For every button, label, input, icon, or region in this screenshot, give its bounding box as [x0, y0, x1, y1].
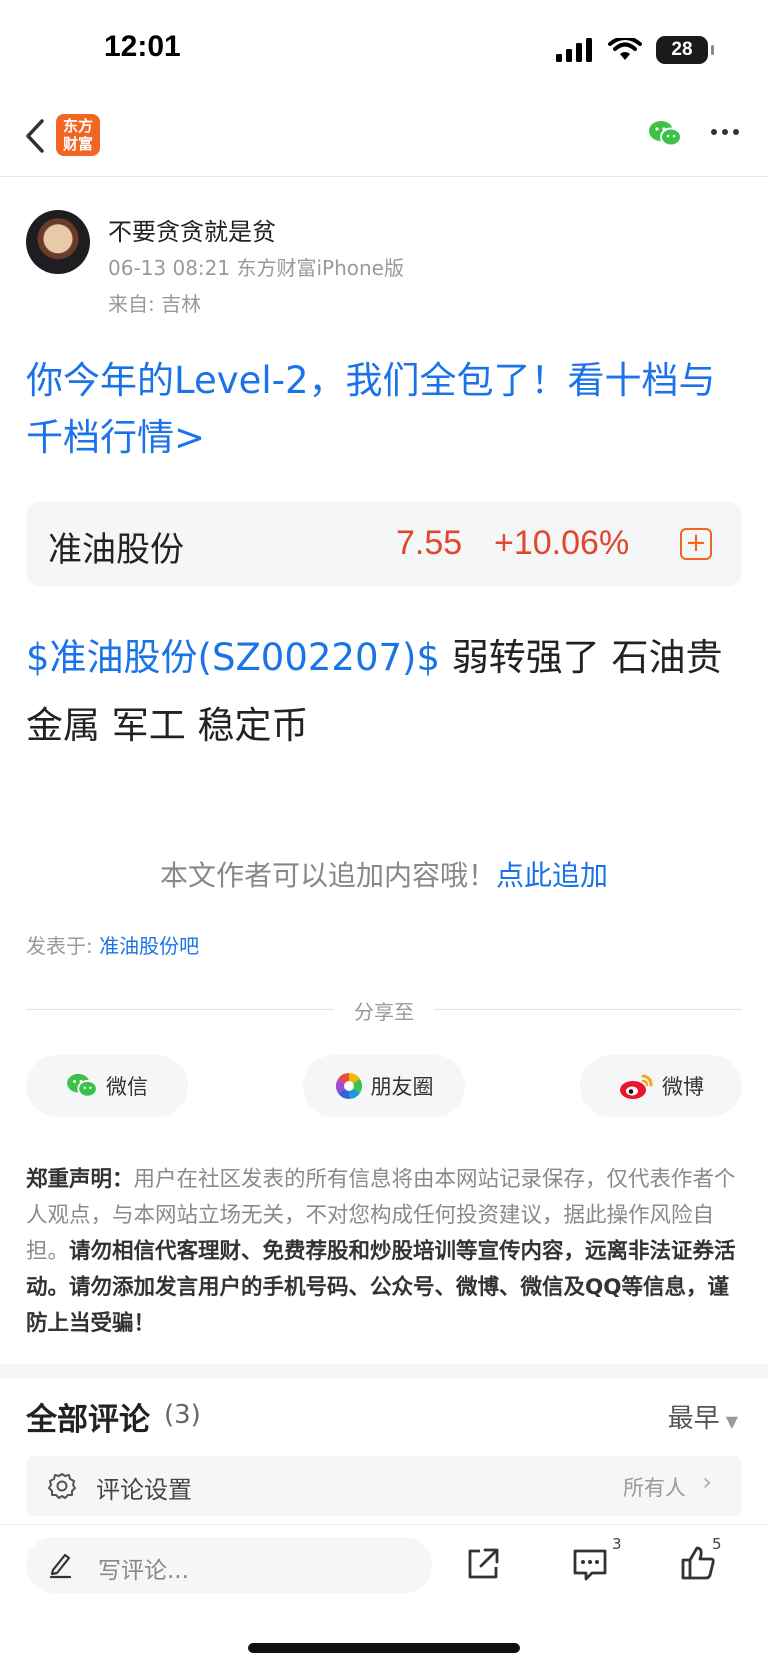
status-time: 12:01 [104, 30, 181, 63]
share-weibo-label: 微博 [662, 1075, 704, 1099]
comment-settings-value: 所有人 [623, 1476, 686, 1500]
wechat-icon [67, 1073, 98, 1098]
comment-settings-row[interactable]: 评论设置 所有人 › [26, 1456, 742, 1516]
share-weibo-button[interactable]: 微博 [580, 1055, 742, 1117]
sort-dropdown[interactable]: 最早 ▼ [668, 1398, 738, 1435]
section-divider [0, 1364, 768, 1378]
share-wechat-label: 微信 [106, 1075, 148, 1099]
disclaimer-bold: 请勿相信代客理财、免费荐股和炒股培训等宣传内容，远离非法证券活动。请勿添加发言用… [26, 1239, 736, 1336]
logo-line2: 财富 [62, 135, 93, 153]
share-icon[interactable] [466, 1547, 500, 1581]
weibo-icon [620, 1074, 653, 1099]
bottom-bar: 写评论... 3 5 [0, 1524, 768, 1609]
wechat-share-icon[interactable] [648, 120, 682, 148]
comments-title: 全部评论 [26, 1402, 150, 1438]
signal-icon [556, 38, 592, 62]
sort-label: 最早 [667, 1404, 720, 1434]
moments-icon [335, 1072, 362, 1100]
home-indicator [248, 1643, 520, 1653]
append-row: 本文作者可以追加内容哦！点此追加 [0, 854, 768, 894]
level2-promo-link[interactable]: 你今年的Level-2，我们全包了！看十档与千档行情> [26, 352, 736, 466]
append-hint: 本文作者可以追加内容哦！ [159, 859, 496, 892]
stock-card[interactable]: 准油股份 7.55 +10.06% + [26, 502, 742, 586]
gear-icon [48, 1473, 76, 1499]
more-icon[interactable] [710, 128, 740, 136]
caret-down-icon: ▼ [725, 1412, 738, 1431]
stock-name: 准油股份 [48, 530, 184, 570]
status-icons: 28 [556, 36, 714, 64]
share-wechat-button[interactable]: 微信 [26, 1055, 188, 1117]
write-comment-input[interactable]: 写评论... [26, 1537, 432, 1593]
stock-tag-link[interactable]: $准油股份(SZ002207)$ [26, 636, 440, 679]
author-avatar[interactable] [26, 210, 90, 274]
post-location: 来自: 吉林 [108, 292, 202, 316]
comments-count: (3) [164, 1400, 201, 1430]
like-count-badge: 5 [712, 1535, 722, 1553]
battery-icon: 28 [656, 36, 714, 64]
add-watchlist-button[interactable]: + [680, 528, 712, 560]
published-label: 发表于: [26, 934, 100, 958]
share-label: 分享至 [354, 1000, 414, 1024]
author-name[interactable]: 不要贪贪就是贫 [108, 212, 276, 247]
disclaimer-title: 郑重声明： [26, 1167, 134, 1192]
share-moments-button[interactable]: 朋友圈 [303, 1055, 465, 1117]
stock-price: 7.55 [396, 524, 463, 562]
like-icon[interactable] [680, 1545, 716, 1581]
logo-line1: 东方 [62, 117, 93, 135]
share-moments-label: 朋友圈 [370, 1075, 434, 1099]
post-meta: 06-13 08:21 东方财富iPhone版 [108, 256, 404, 280]
wifi-icon [608, 38, 642, 60]
comment-count-badge: 3 [612, 1535, 622, 1553]
comment-settings-label: 评论设置 [96, 1476, 192, 1504]
back-arrow-icon[interactable] [24, 118, 46, 154]
published-in: 发表于: 准油股份吧 [26, 930, 199, 959]
chevron-right-icon: › [702, 1468, 712, 1496]
pencil-icon [49, 1553, 72, 1579]
post-body: $准油股份(SZ002207)$ 弱转强了 石油贵金属 军工 稳定币 [26, 624, 746, 760]
eastmoney-logo[interactable]: 东方 财富 [56, 114, 100, 156]
disclaimer: 郑重声明：用户在社区发表的所有信息将由本网站记录保存，仅代表作者个人观点，与本网… [26, 1162, 742, 1342]
write-comment-placeholder: 写评论... [98, 1558, 189, 1584]
top-nav: 东方 财富 [0, 92, 768, 177]
forum-link[interactable]: 准油股份吧 [99, 934, 199, 958]
stock-change: +10.06% [494, 524, 630, 562]
comment-icon[interactable] [572, 1547, 608, 1581]
append-link[interactable]: 点此追加 [496, 859, 608, 892]
